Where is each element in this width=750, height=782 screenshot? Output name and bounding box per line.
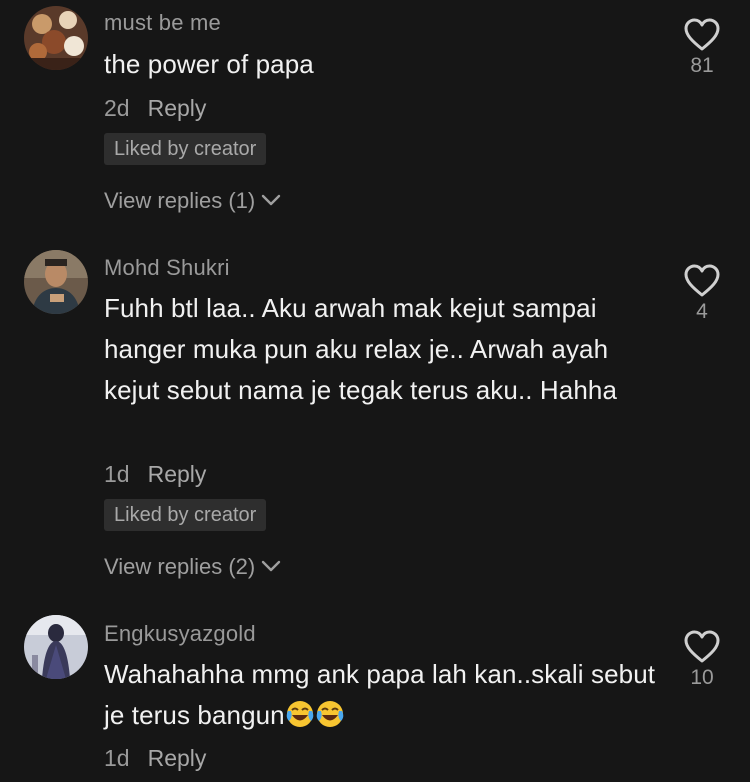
like-count: 81 bbox=[690, 54, 714, 77]
comment-text: Wahahahha mmg ank papa lah kan..skali se… bbox=[104, 654, 664, 736]
comment-text: Fuhh btl laa.. Aku arwah mak kejut sampa… bbox=[104, 293, 618, 405]
like-count: 4 bbox=[696, 300, 708, 323]
heart-outline-icon bbox=[684, 264, 720, 297]
view-replies-button[interactable]: View replies (2) bbox=[104, 554, 281, 580]
comment-username[interactable]: Mohd Shukri bbox=[104, 255, 230, 281]
face-with-tears-of-joy-icon bbox=[286, 701, 314, 728]
like-button[interactable]: 10 bbox=[676, 630, 728, 690]
comment-meta: 2d Reply bbox=[104, 95, 206, 122]
view-replies-label: View replies (2) bbox=[104, 554, 256, 579]
face-with-tears-of-joy-icon bbox=[316, 701, 344, 728]
reply-button[interactable]: Reply bbox=[148, 461, 207, 487]
avatar[interactable] bbox=[24, 615, 88, 679]
liked-by-creator-badge: Liked by creator bbox=[104, 499, 267, 531]
reply-button[interactable]: Reply bbox=[148, 745, 207, 771]
comment-time: 1d bbox=[104, 461, 130, 487]
like-button[interactable]: 81 bbox=[676, 18, 728, 78]
heart-outline-icon bbox=[684, 630, 720, 663]
comment-username[interactable]: Engkusyazgold bbox=[104, 621, 256, 647]
chevron-down-icon bbox=[261, 553, 281, 579]
comment-text: the power of papa bbox=[104, 49, 314, 79]
like-button[interactable]: 4 bbox=[676, 264, 728, 324]
comment-time: 1d bbox=[104, 745, 130, 771]
comment-time: 2d bbox=[104, 95, 130, 121]
avatar[interactable] bbox=[24, 250, 88, 314]
comment-meta: 1d Reply bbox=[104, 461, 206, 488]
liked-by-creator-badge: Liked by creator bbox=[104, 133, 267, 165]
like-count: 10 bbox=[690, 666, 714, 689]
reply-button[interactable]: Reply bbox=[148, 95, 207, 121]
view-replies-button[interactable]: View replies (1) bbox=[104, 188, 281, 214]
avatar[interactable] bbox=[24, 6, 88, 70]
comment-username[interactable]: must be me bbox=[104, 10, 221, 36]
comment-text-content: Wahahahha mmg ank papa lah kan..skali se… bbox=[104, 659, 656, 730]
heart-outline-icon bbox=[684, 18, 720, 51]
view-replies-label: View replies (1) bbox=[104, 188, 256, 213]
chevron-down-icon bbox=[261, 187, 281, 213]
comment-meta: 1d Reply bbox=[104, 745, 206, 772]
